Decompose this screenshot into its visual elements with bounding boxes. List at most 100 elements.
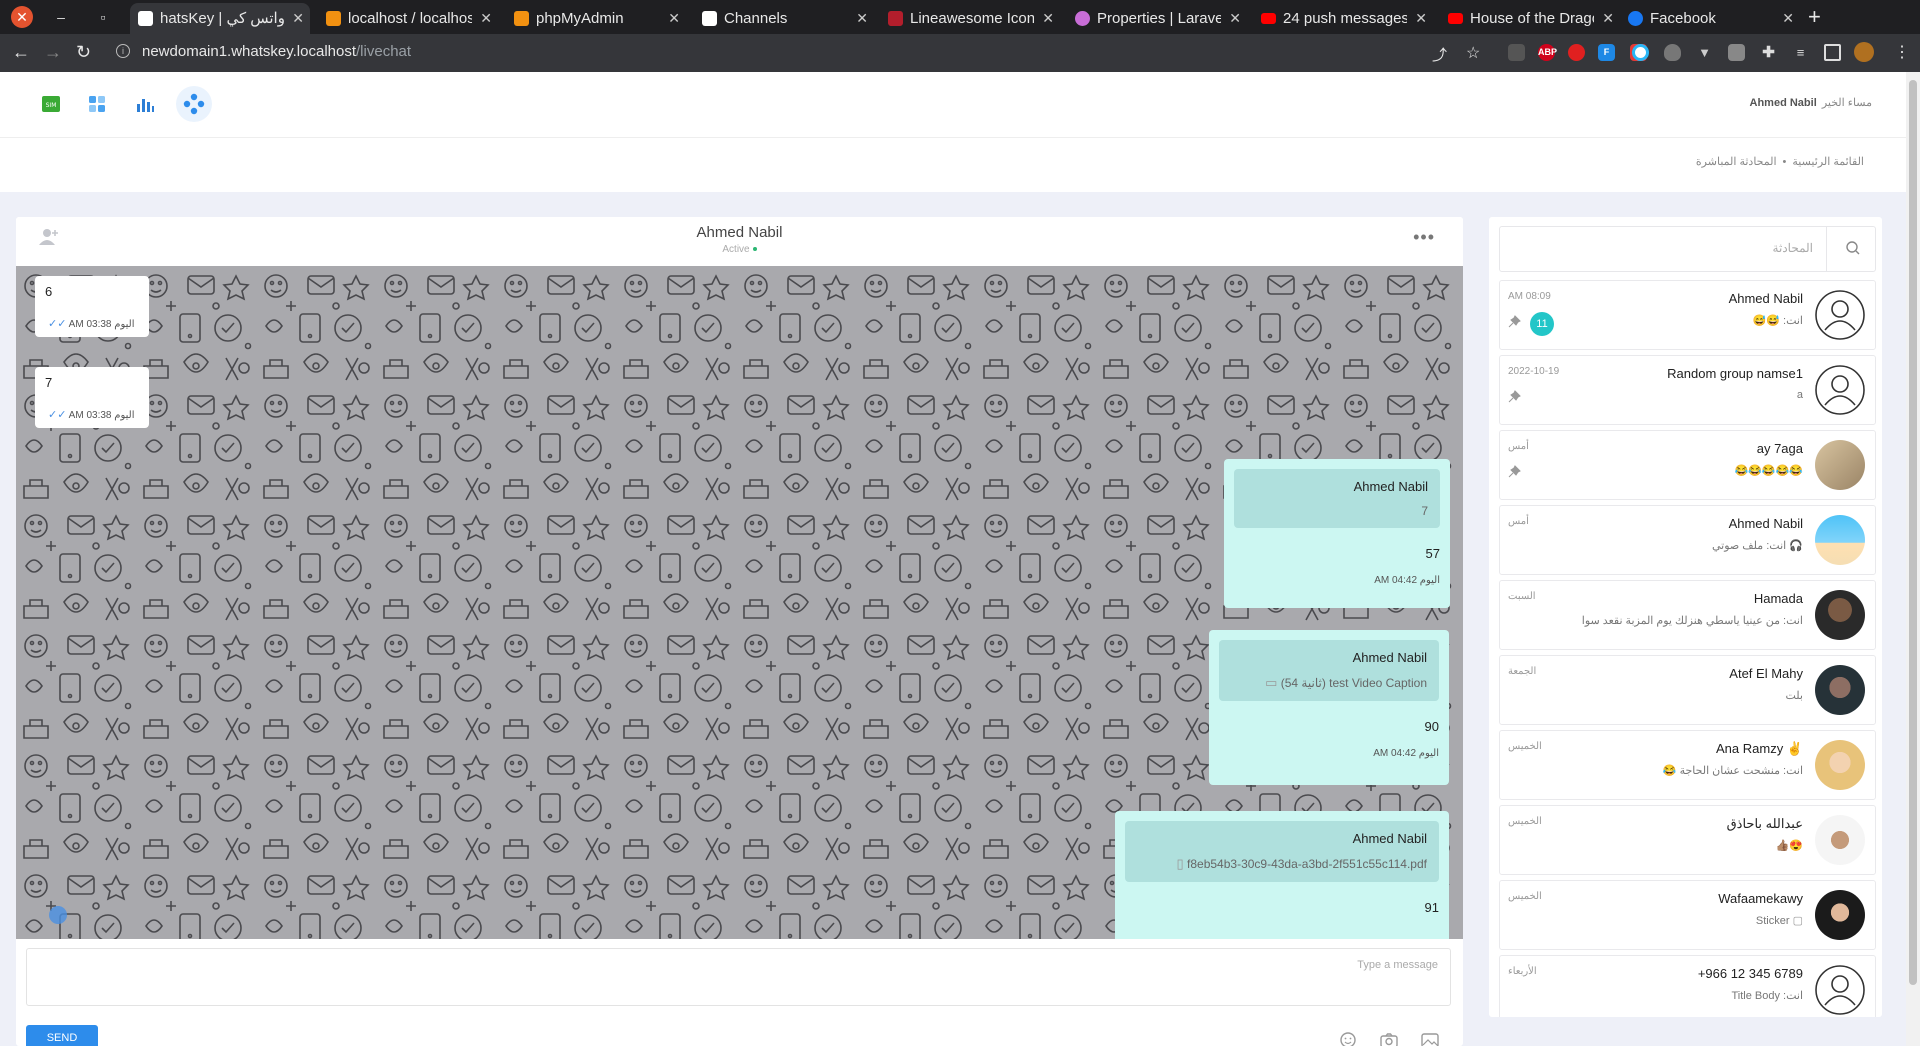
vpn-extension-icon[interactable]: ▼ <box>1696 44 1713 61</box>
outgoing-message[interactable]: Ahmed Nabil 7 57 AM 04:42 اليوم <box>1224 459 1450 608</box>
whatskey-favicon-icon <box>138 11 153 26</box>
browser-tab[interactable]: House of the Dragon ✕ <box>1440 3 1620 34</box>
browser-menu-icon[interactable]: ⋮ <box>1894 42 1910 62</box>
close-tab-icon[interactable]: ✕ <box>480 3 492 34</box>
extension-icon[interactable] <box>1728 44 1745 61</box>
conversation-preview: a <box>1796 389 1803 401</box>
new-tab-button[interactable]: + <box>1808 3 1821 31</box>
emoji-icon[interactable] <box>1338 1031 1358 1046</box>
quoted-message[interactable]: Ahmed Nabil ▯ f8eb54b3-30c9-43da-a3bd-2f… <box>1125 821 1439 882</box>
extension-icon[interactable] <box>1508 44 1525 61</box>
forward-arrow-icon[interactable]: → <box>44 42 62 63</box>
tab-label: Lineawesome Icons <box>910 10 1034 27</box>
incoming-message[interactable]: 7 ✓✓ AM 03:38 اليوم <box>35 367 149 428</box>
browser-tab[interactable]: Channels ✕ <box>694 3 874 34</box>
search-input[interactable] <box>1563 241 1813 255</box>
close-tab-icon[interactable]: ✕ <box>1415 3 1427 34</box>
site-info-icon[interactable]: i <box>116 44 130 58</box>
message-input[interactable] <box>938 959 1438 971</box>
window-restore-button[interactable]: ▫ <box>92 6 114 28</box>
tab-label: House of the Dragon <box>1470 10 1594 27</box>
close-tab-icon[interactable]: ✕ <box>1042 3 1054 34</box>
pin-icon[interactable] <box>1508 390 1521 408</box>
conversation-item[interactable]: Atef El Mahy بلت الجمعة <box>1499 655 1876 725</box>
incoming-message[interactable]: 6 ✓✓ AM 03:38 اليوم <box>35 276 149 337</box>
pin-icon[interactable] <box>1508 315 1521 333</box>
side-panel-icon[interactable] <box>1824 44 1841 61</box>
message-time: AM 04:42 اليوم <box>1373 748 1439 759</box>
close-tab-icon[interactable]: ✕ <box>668 3 680 34</box>
extension-icon[interactable]: F <box>1598 44 1615 61</box>
quoted-text: f8eb54b3-30c9-43da-a3bd-2f551c55c114.pdf <box>1187 857 1427 871</box>
conversation-item[interactable]: Ana Ramzy ✌️ انت: منشحت عشان الحاجة 😂 ال… <box>1499 730 1876 800</box>
conversation-name: Ahmed Nabil <box>1728 516 1803 531</box>
sim-card-icon[interactable]: SIM <box>40 93 64 117</box>
quoted-sender: Ahmed Nabil <box>1353 479 1428 494</box>
outgoing-message[interactable]: Ahmed Nabil ▭ (54 ثانية) test Video Capt… <box>1209 630 1449 785</box>
more-options-icon[interactable]: ••• <box>1413 227 1435 248</box>
conversation-item[interactable]: Ahmed Nabil انت: 😅😅 AM 08:09 11 <box>1499 280 1876 350</box>
bookmark-star-icon[interactable]: ☆ <box>1466 43 1480 63</box>
pin-icon[interactable] <box>1508 465 1521 483</box>
browser-tab[interactable]: Properties | Laravel ✕ <box>1067 3 1247 34</box>
camera-icon[interactable] <box>1379 1031 1399 1046</box>
quoted-message[interactable]: Ahmed Nabil 7 <box>1234 469 1440 528</box>
share-icon[interactable]: ⤴ <box>1432 44 1447 65</box>
scrollbar-thumb[interactable] <box>1909 80 1917 985</box>
close-tab-icon[interactable]: ✕ <box>1782 3 1794 34</box>
bar-chart-icon[interactable] <box>134 93 158 117</box>
shield-extension-icon[interactable] <box>1664 44 1681 61</box>
browser-tab[interactable]: Lineawesome Icons ✕ <box>880 3 1060 34</box>
page-scrollbar[interactable] <box>1906 72 1920 1046</box>
conversation-item[interactable]: Hamada انت: من عينيا ياسطي هنزلك يوم الم… <box>1499 580 1876 650</box>
browser-tab[interactable]: localhost / localhost ✕ <box>318 3 498 34</box>
conversation-preview: 😍👍🏽 <box>1775 840 1803 852</box>
extension-icon[interactable] <box>1568 44 1585 61</box>
close-tab-icon[interactable]: ✕ <box>292 3 304 34</box>
apps-circle-icon[interactable] <box>176 86 212 122</box>
browser-tab[interactable]: hatsKey | واتس كي ✕ <box>130 3 310 34</box>
send-button[interactable]: SEND <box>26 1025 98 1046</box>
conversation-time: أمس <box>1508 441 1529 452</box>
conversation-item[interactable]: Random group namse1 a 2022-10-19 <box>1499 355 1876 425</box>
close-tab-icon[interactable]: ✕ <box>1602 3 1614 34</box>
conversation-time: السبت <box>1508 591 1536 602</box>
search-icon[interactable] <box>1845 240 1861 261</box>
scroll-down-icon[interactable] <box>49 906 67 924</box>
window-minimize-button[interactable]: – <box>50 6 72 28</box>
browser-tab[interactable]: Facebook ✕ <box>1620 3 1800 34</box>
message-composer[interactable] <box>26 948 1451 1006</box>
chat-panel: Ahmed Nabil Active ••• 6 ✓✓ AM 03:38 الي… <box>16 217 1463 1046</box>
tab-label: Channels <box>724 10 788 27</box>
extensions-puzzle-icon[interactable]: ✚ <box>1760 44 1777 61</box>
quoted-message[interactable]: Ahmed Nabil ▭ (54 ثانية) test Video Capt… <box>1219 640 1439 701</box>
conversation-item[interactable]: عبدالله باحاذق 😍👍🏽 الخميس <box>1499 805 1876 875</box>
user-name[interactable]: Ahmed Nabil <box>1750 97 1817 109</box>
browser-tab[interactable]: 24 push messages ✕ <box>1253 3 1433 34</box>
reload-icon[interactable]: ↻ <box>76 42 91 63</box>
chat-messages-area[interactable]: 6 ✓✓ AM 03:38 اليوم 7 ✓✓ AM 03:38 اليوم … <box>16 266 1463 939</box>
breadcrumb-home-link[interactable]: القائمة الرئيسية <box>1792 156 1864 168</box>
conversation-name: Wafaamekawy <box>1718 891 1803 906</box>
close-tab-icon[interactable]: ✕ <box>1229 3 1241 34</box>
quoted-sender: Ahmed Nabil <box>1352 831 1427 846</box>
url-field[interactable]: newdomain1.whatskey.localhost/livechat <box>142 43 411 60</box>
dashboard-grid-icon[interactable] <box>86 93 110 117</box>
close-tab-icon[interactable]: ✕ <box>856 3 868 34</box>
conversation-item[interactable]: +966 12 345 6789 انت: Title Body الأربعا… <box>1499 955 1876 1017</box>
image-icon[interactable] <box>1420 1031 1440 1046</box>
outgoing-message[interactable]: Ahmed Nabil ▯ f8eb54b3-30c9-43da-a3bd-2f… <box>1115 811 1449 939</box>
app-header: SIM مساء الخير Ahmed Nabil <box>0 72 1920 138</box>
media-control-icon[interactable]: ≡ <box>1792 44 1809 61</box>
conversation-item[interactable]: Ahmed Nabil 🎧 انت: ملف صوتي أمس <box>1499 505 1876 575</box>
profile-avatar-icon[interactable] <box>1854 42 1874 62</box>
window-close-button[interactable]: ✕ <box>11 6 33 28</box>
chrome-extension-icon[interactable] <box>1632 44 1649 61</box>
browser-tab[interactable]: phpMyAdmin ✕ <box>506 3 686 34</box>
conversation-item[interactable]: Wafaamekawy ▢ Sticker الخميس <box>1499 880 1876 950</box>
tab-label: Properties | Laravel <box>1097 10 1221 27</box>
back-arrow-icon[interactable]: ← <box>12 42 30 63</box>
adblock-extension-icon[interactable]: ABP <box>1538 44 1557 61</box>
conversation-item[interactable]: ay 7aga 😂😂😂😂😂 أمس <box>1499 430 1876 500</box>
quoted-video: ▭ (54 ثانية) test Video Caption <box>1231 675 1427 691</box>
